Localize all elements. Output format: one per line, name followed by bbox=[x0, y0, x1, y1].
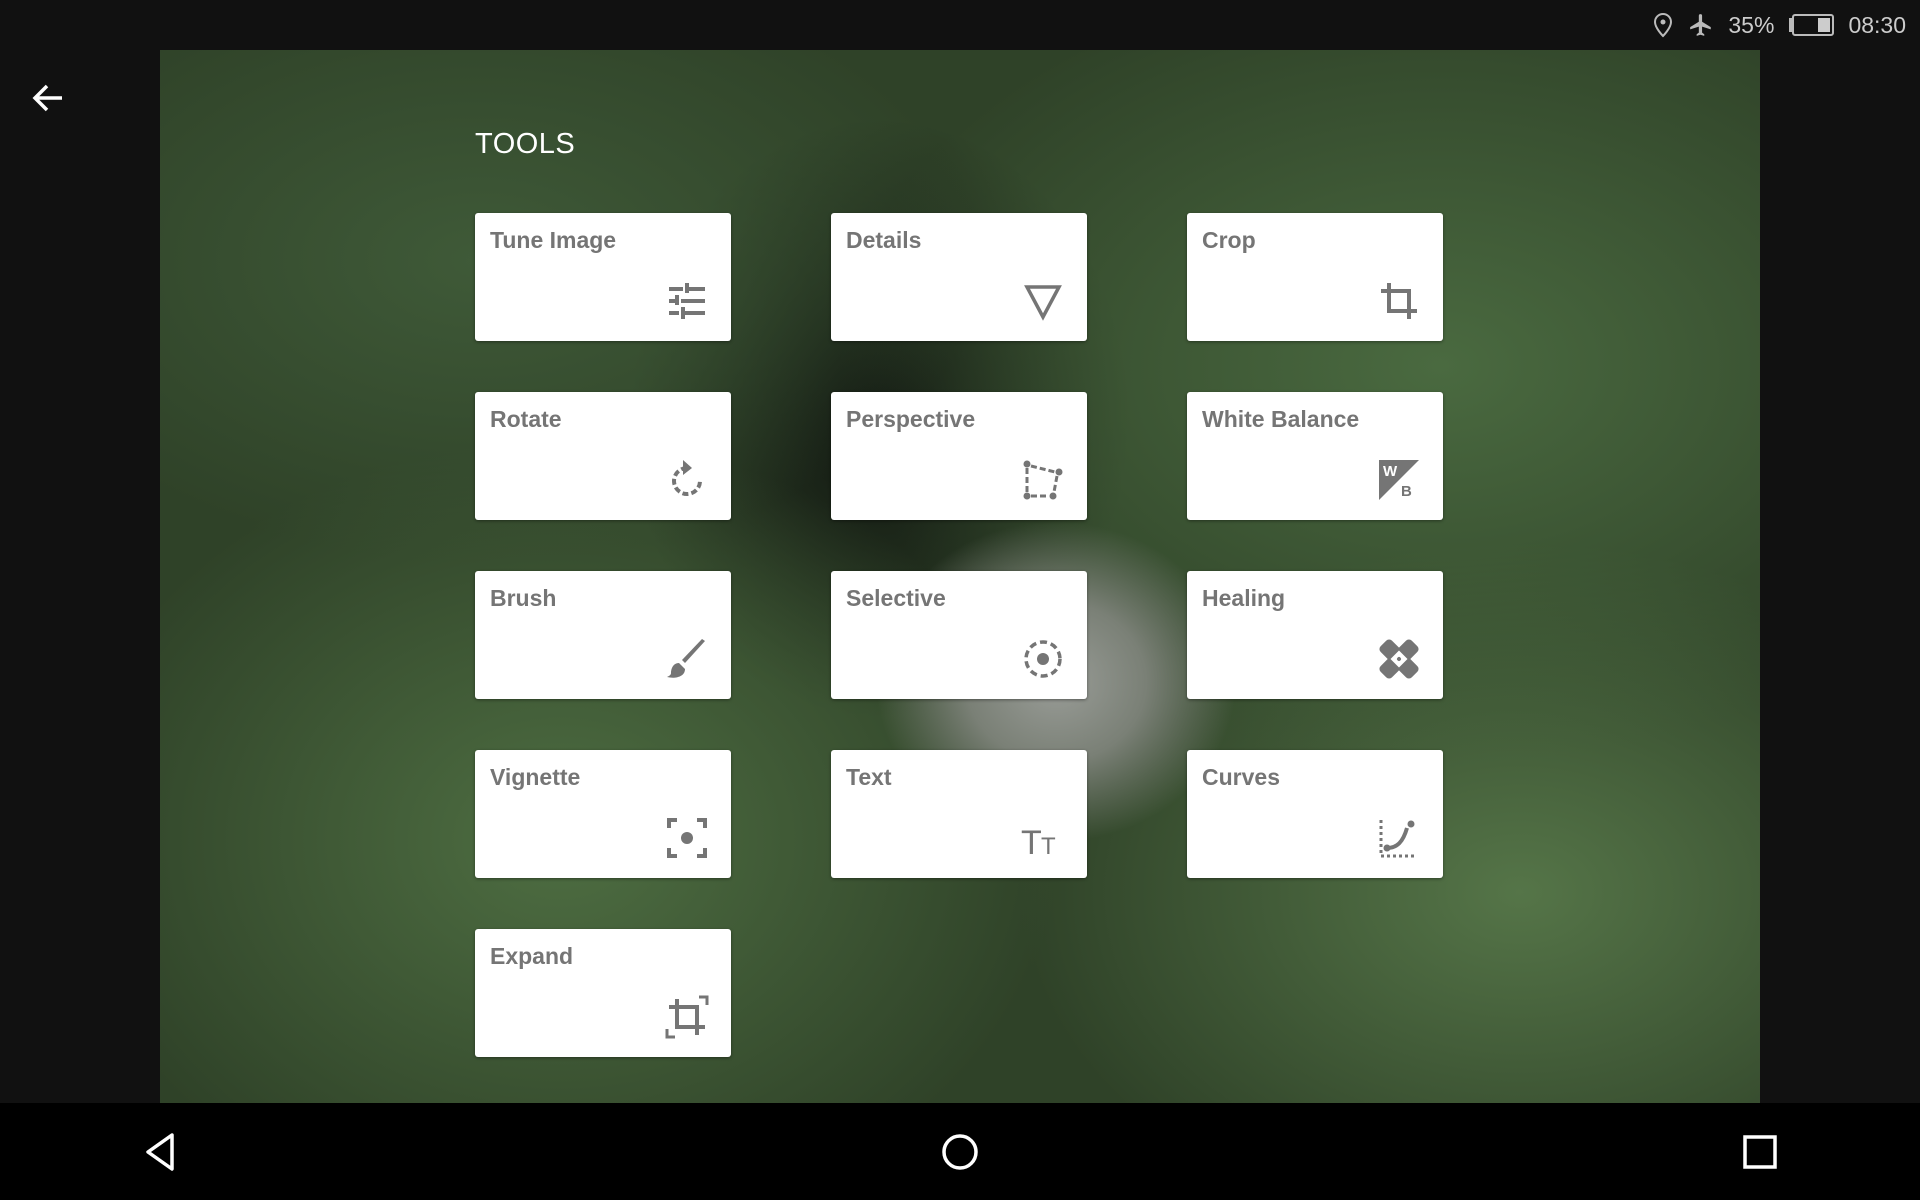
tool-curves[interactable]: Curves bbox=[1187, 750, 1443, 878]
tool-label: Tune Image bbox=[490, 227, 617, 253]
tool-label: Selective bbox=[846, 585, 946, 611]
tool-rotate[interactable]: Rotate bbox=[475, 392, 731, 520]
tool-vignette[interactable]: Vignette bbox=[475, 750, 731, 878]
tool-label: Rotate bbox=[490, 406, 562, 432]
tool-label: Text bbox=[846, 764, 892, 790]
svg-text:W: W bbox=[1383, 463, 1398, 480]
tool-healing[interactable]: Healing bbox=[1187, 571, 1443, 699]
crop-icon bbox=[1381, 283, 1417, 319]
tool-label: Crop bbox=[1202, 227, 1256, 253]
curves-icon bbox=[1379, 820, 1417, 858]
location-icon bbox=[1654, 12, 1673, 38]
arrow-left-icon[interactable] bbox=[28, 78, 68, 118]
expand-icon bbox=[665, 995, 709, 1039]
home-circle-icon[interactable] bbox=[935, 1127, 985, 1177]
perspective-icon bbox=[1023, 460, 1063, 500]
tool-details[interactable]: Details bbox=[831, 213, 1087, 341]
tool-label: Brush bbox=[490, 585, 557, 611]
bandage-icon bbox=[1379, 639, 1419, 679]
tool-text[interactable]: Text T T bbox=[831, 750, 1087, 878]
tool-label: Curves bbox=[1202, 764, 1280, 790]
status-bar: 35% 08:30 bbox=[0, 0, 1920, 50]
tool-brush[interactable]: Brush bbox=[475, 571, 731, 699]
page-title: TOOLS bbox=[475, 128, 576, 160]
svg-text:T: T bbox=[1021, 824, 1042, 860]
sliders-icon bbox=[669, 283, 705, 319]
svg-text:T: T bbox=[1041, 833, 1056, 860]
svg-text:B: B bbox=[1401, 483, 1412, 500]
tool-label: White Balance bbox=[1202, 406, 1360, 432]
clock: 08:30 bbox=[1848, 11, 1906, 38]
tool-selective[interactable]: Selective bbox=[831, 571, 1087, 699]
navigation-bar bbox=[0, 1103, 1920, 1200]
battery-icon bbox=[1789, 14, 1835, 36]
back-triangle-icon[interactable] bbox=[136, 1127, 186, 1177]
tool-label: Details bbox=[846, 227, 922, 253]
rotate-icon bbox=[672, 460, 702, 496]
tool-perspective[interactable]: Perspective bbox=[831, 392, 1087, 520]
airplane-icon bbox=[1690, 14, 1712, 36]
tool-label: Vignette bbox=[490, 764, 581, 790]
vignette-icon bbox=[667, 818, 707, 858]
tool-label: Expand bbox=[490, 943, 574, 969]
selective-icon bbox=[1024, 640, 1062, 678]
tool-label: Healing bbox=[1202, 585, 1286, 611]
tool-tune-image[interactable]: Tune Image bbox=[475, 213, 731, 341]
white-balance-icon: WB bbox=[1379, 460, 1419, 500]
tool-crop[interactable]: Crop bbox=[1187, 213, 1443, 341]
triangle-down-icon bbox=[1024, 285, 1062, 321]
brush-icon bbox=[667, 639, 705, 678]
tool-expand[interactable]: Expand bbox=[475, 929, 731, 1057]
tool-white-balance[interactable]: White Balance W B bbox=[1187, 392, 1443, 520]
tool-label: Perspective bbox=[846, 406, 976, 432]
text-icon: TT bbox=[1021, 824, 1056, 860]
recents-square-icon[interactable] bbox=[1735, 1127, 1785, 1177]
battery-percent: 35% bbox=[1728, 11, 1775, 38]
